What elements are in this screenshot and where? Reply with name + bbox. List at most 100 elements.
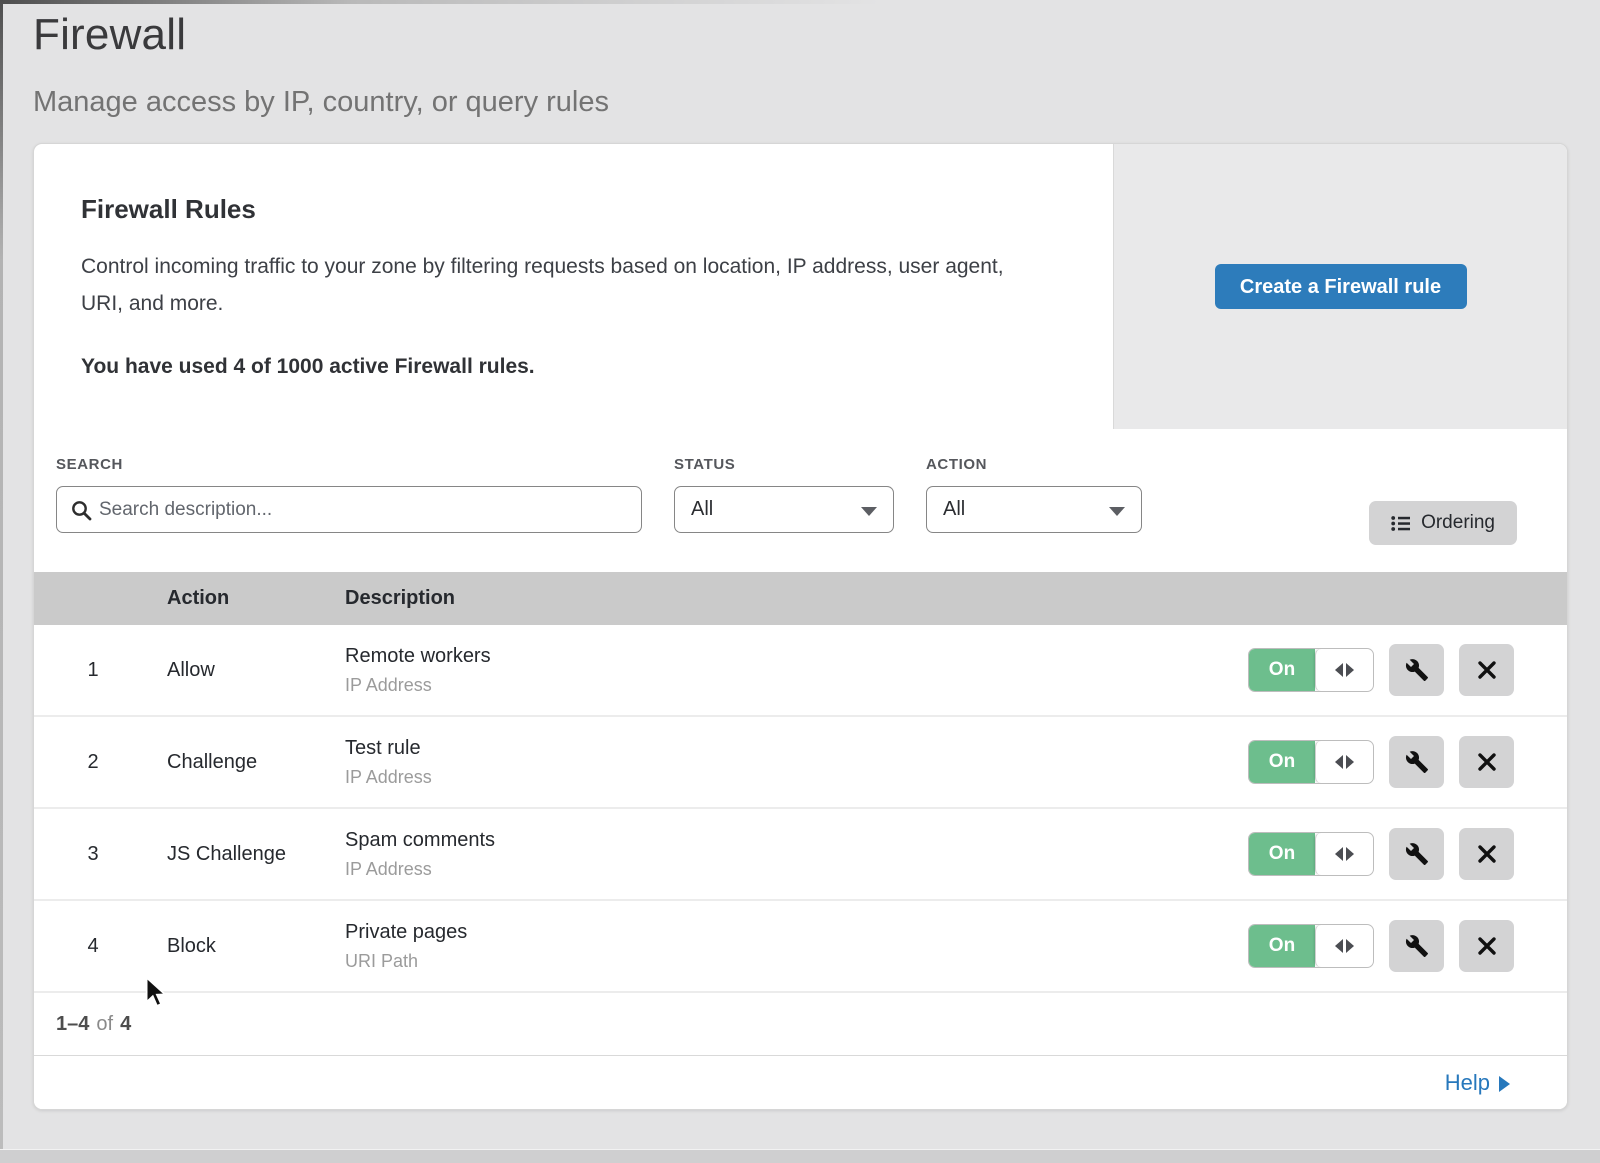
window-edge-top	[0, 0, 1600, 4]
toggle-handle[interactable]	[1315, 741, 1373, 783]
rule-enabled-toggle[interactable]: On	[1248, 832, 1374, 876]
table-row: 1 Allow Remote workers IP Address On	[34, 625, 1567, 717]
rule-controls: On	[1237, 828, 1567, 880]
section-heading: Firewall Rules	[81, 194, 1053, 225]
toggle-handle[interactable]	[1315, 833, 1373, 875]
action-column-header: Action	[167, 587, 345, 610]
delete-rule-button[interactable]	[1459, 920, 1514, 972]
filters-bar: SEARCH STATUS All ACTION	[34, 429, 1567, 572]
status-select[interactable]: All	[674, 486, 894, 533]
rule-controls: On	[1237, 920, 1567, 972]
caret-left-icon	[1335, 847, 1343, 861]
rule-enabled-toggle[interactable]: On	[1248, 648, 1374, 692]
table-header: Action Description	[34, 572, 1567, 625]
pagination-total: 4	[120, 1013, 131, 1036]
edit-rule-button[interactable]	[1389, 920, 1444, 972]
caret-right-icon	[1346, 847, 1354, 861]
intro-section: Firewall Rules Control incoming traffic …	[34, 144, 1567, 429]
wrench-icon	[1405, 750, 1429, 774]
rule-description: Test rule	[345, 737, 1237, 760]
action-label: ACTION	[926, 456, 1142, 473]
ordering-button[interactable]: Ordering	[1369, 501, 1517, 545]
rule-action: Block	[167, 935, 345, 958]
rule-action: JS Challenge	[167, 843, 345, 866]
edit-rule-button[interactable]	[1389, 644, 1444, 696]
caret-left-icon	[1335, 663, 1343, 677]
chevron-down-icon	[1109, 507, 1125, 516]
create-firewall-rule-button[interactable]: Create a Firewall rule	[1215, 264, 1467, 309]
toggle-handle[interactable]	[1315, 649, 1373, 691]
x-icon	[1477, 936, 1497, 956]
search-input[interactable]	[99, 488, 633, 531]
wrench-icon	[1405, 658, 1429, 682]
wrench-icon	[1405, 842, 1429, 866]
rule-priority: 2	[34, 751, 167, 774]
description-column-header: Description	[345, 587, 1237, 610]
search-label: SEARCH	[56, 456, 642, 473]
table-row: 4 Block Private pages URI Path On	[34, 901, 1567, 993]
search-box	[56, 486, 642, 533]
wrench-icon	[1405, 934, 1429, 958]
status-label: STATUS	[674, 456, 894, 473]
rule-description: Private pages	[345, 921, 1237, 944]
toggle-state-label: On	[1249, 833, 1315, 875]
edit-rule-button[interactable]	[1389, 828, 1444, 880]
rule-controls: On	[1237, 736, 1567, 788]
rule-action: Allow	[167, 659, 345, 682]
page-subtitle: Manage access by IP, country, or query r…	[33, 86, 1600, 119]
toggle-state-label: On	[1249, 649, 1315, 691]
usage-summary: You have used 4 of 1000 active Firewall …	[81, 355, 1053, 379]
caret-left-icon	[1335, 755, 1343, 769]
caret-right-icon	[1499, 1076, 1510, 1092]
search-filter: SEARCH	[56, 456, 642, 533]
action-select[interactable]: All	[926, 486, 1142, 533]
pagination-of: of	[96, 1013, 113, 1036]
table-row: 2 Challenge Test rule IP Address On	[34, 717, 1567, 809]
action-selected-value: All	[943, 498, 965, 521]
firewall-rules-card: Firewall Rules Control incoming traffic …	[33, 143, 1568, 1110]
rule-priority: 4	[34, 935, 167, 958]
search-icon	[71, 500, 92, 521]
rule-match-type: URI Path	[345, 951, 1237, 972]
ordered-list-icon	[1391, 515, 1410, 532]
rule-priority: 3	[34, 843, 167, 866]
delete-rule-button[interactable]	[1459, 828, 1514, 880]
rule-match-type: IP Address	[345, 767, 1237, 788]
pagination: 1–4 of 4	[34, 993, 1567, 1055]
help-link-label: Help	[1445, 1070, 1490, 1096]
rule-match-type: IP Address	[345, 675, 1237, 696]
page-header: Firewall Manage access by IP, country, o…	[0, 0, 1600, 119]
help-link[interactable]: Help	[1445, 1070, 1510, 1096]
caret-right-icon	[1346, 755, 1354, 769]
rule-action: Challenge	[167, 751, 345, 774]
page-title: Firewall	[33, 10, 1600, 60]
section-description: Control incoming traffic to your zone by…	[81, 248, 1031, 322]
toggle-handle[interactable]	[1315, 925, 1373, 967]
chevron-down-icon	[861, 507, 877, 516]
ordering-button-label: Ordering	[1421, 512, 1495, 534]
window-edge-left	[0, 0, 3, 1163]
rule-match-type: IP Address	[345, 859, 1237, 880]
intro-text-block: Firewall Rules Control incoming traffic …	[34, 144, 1113, 429]
delete-rule-button[interactable]	[1459, 736, 1514, 788]
card-footer: Help	[34, 1055, 1567, 1109]
action-filter: ACTION All	[926, 456, 1142, 533]
rule-controls: On	[1237, 644, 1567, 696]
toggle-state-label: On	[1249, 741, 1315, 783]
caret-right-icon	[1346, 939, 1354, 953]
rule-enabled-toggle[interactable]: On	[1248, 740, 1374, 784]
firewall-page: Firewall Manage access by IP, country, o…	[0, 0, 1600, 1163]
delete-rule-button[interactable]	[1459, 644, 1514, 696]
rule-description: Remote workers	[345, 645, 1237, 668]
table-row: 3 JS Challenge Spam comments IP Address …	[34, 809, 1567, 901]
rule-enabled-toggle[interactable]: On	[1248, 924, 1374, 968]
status-filter: STATUS All	[674, 456, 894, 533]
caret-left-icon	[1335, 939, 1343, 953]
pagination-range: 1–4	[56, 1013, 89, 1036]
edit-rule-button[interactable]	[1389, 736, 1444, 788]
caret-right-icon	[1346, 663, 1354, 677]
x-icon	[1477, 752, 1497, 772]
rule-priority: 1	[34, 659, 167, 682]
toggle-state-label: On	[1249, 925, 1315, 967]
rule-description: Spam comments	[345, 829, 1237, 852]
